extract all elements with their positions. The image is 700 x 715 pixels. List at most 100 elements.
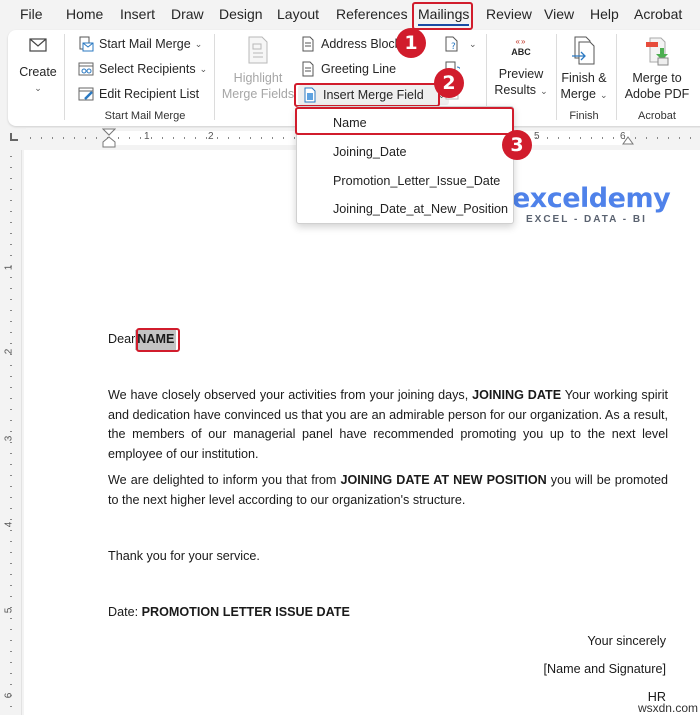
ruler-tick: [602, 137, 603, 139]
dropdown-item-joining-date[interactable]: Joining_Date: [297, 138, 513, 166]
ruler-tick: [679, 137, 680, 139]
create-label: Create: [19, 65, 57, 79]
separator: [64, 34, 65, 120]
ruler-tick: [10, 332, 12, 333]
chevron-down-icon: ⌄: [194, 38, 203, 49]
ruler-tick: [140, 137, 141, 139]
vertical-ruler[interactable]: 1 2 3 4 5 6: [0, 150, 22, 715]
ruler-tick: [10, 420, 12, 421]
watermark: wsxdn.com: [637, 701, 698, 715]
tab-references[interactable]: References: [336, 6, 408, 22]
ruler-tick: [151, 137, 152, 139]
ruler-tick: [10, 662, 12, 663]
ruler-tick: [10, 651, 12, 652]
tab-view[interactable]: View: [544, 6, 574, 22]
tab-insert[interactable]: Insert: [120, 6, 155, 22]
ruler-tick: [10, 508, 12, 509]
group-label-acrobat: Acrobat: [638, 110, 676, 122]
tab-file[interactable]: File: [20, 6, 43, 22]
finish-label-2: Merge ⌄: [560, 86, 608, 103]
select-recipients-icon: [78, 62, 94, 76]
rules-button[interactable]: ? ⌄: [444, 36, 477, 52]
preview-abc-text: ABC: [511, 47, 531, 57]
greeting-line-label: Greeting Line: [321, 62, 397, 76]
document-page[interactable]: exceldemy EXCEL - DATA - BI Dear NAME We …: [24, 150, 700, 715]
group-label-start-mail-merge: Start Mail Merge: [104, 110, 186, 122]
merge-to-pdf-icon: [646, 37, 669, 66]
ruler-tick: [10, 453, 12, 454]
greeting-line-button[interactable]: Greeting Line: [300, 61, 396, 77]
ruler-tick: [10, 497, 12, 498]
tab-home[interactable]: Home: [66, 6, 103, 22]
signature-line: [Name and Signature]: [543, 662, 666, 676]
separator: [214, 34, 215, 120]
highlight-merge-fields-icon: [248, 36, 268, 64]
tab-review[interactable]: Review: [486, 6, 532, 22]
ruler-tick: [10, 519, 12, 520]
select-recipients-button[interactable]: Select Recipients ⌄: [78, 61, 207, 77]
separator: [616, 34, 617, 120]
indent-marker-icon[interactable]: [102, 128, 116, 148]
tab-mailings[interactable]: Mailings: [418, 6, 470, 26]
ruler-tick: [10, 167, 12, 168]
ruler-number: 2: [208, 131, 214, 142]
create-button[interactable]: Create ⌄: [16, 38, 60, 96]
exceldemy-logo: exceldemy EXCEL - DATA - BI: [512, 184, 671, 226]
callout-badge-1: 1: [396, 28, 426, 58]
tab-design[interactable]: Design: [219, 6, 263, 22]
tab-selector[interactable]: [10, 133, 18, 141]
ruler-tick: [294, 137, 295, 139]
finish-merge-button[interactable]: Finish & Merge ⌄: [560, 36, 608, 103]
ruler-tick: [250, 137, 251, 139]
ruler-tick: [173, 137, 174, 139]
issue-date-field[interactable]: PROMOTION LETTER ISSUE DATE: [142, 605, 350, 619]
ruler-number: 3: [3, 435, 15, 442]
name-merge-field[interactable]: NAME: [135, 330, 177, 350]
rules-icon: ?: [445, 36, 458, 52]
ruler-tick: [591, 137, 592, 139]
ruler-tick: [635, 137, 636, 139]
envelope-icon: [29, 38, 47, 52]
highlight-merge-fields-button[interactable]: Highlight Merge Fields: [220, 36, 296, 102]
p1-text: We have closely observed your activities…: [108, 388, 473, 402]
logo-sub: EXCEL - DATA - BI: [526, 214, 647, 225]
ruler-tick: [10, 673, 12, 674]
chevron-down-icon: ⌄: [599, 90, 608, 100]
finish-label-2-text: Merge: [560, 87, 596, 101]
date-line: Date: PROMOTION LETTER ISSUE DATE: [108, 603, 350, 623]
merge-to-adobe-pdf-button[interactable]: Merge to Adobe PDF: [620, 36, 694, 102]
preview-results-button[interactable]: «» ABC Preview Results ⌄: [492, 38, 550, 99]
ruler-number: 4: [3, 521, 15, 528]
ruler-tick: [10, 376, 12, 377]
dropdown-item-name[interactable]: Name: [297, 109, 513, 137]
address-block-button[interactable]: Address Block: [300, 36, 401, 52]
dropdown-item-joining-date-new-position[interactable]: Joining_Date_at_New_Position: [297, 195, 513, 223]
tab-help[interactable]: Help: [590, 6, 619, 22]
finish-label-1: Finish &: [561, 71, 607, 85]
ruler-number: 1: [144, 131, 150, 142]
start-mail-merge-button[interactable]: Start Mail Merge ⌄: [78, 36, 202, 52]
new-position-date-field[interactable]: JOINING DATE AT NEW POSITION: [340, 473, 546, 487]
ruler-tick: [10, 409, 12, 410]
tab-layout[interactable]: Layout: [277, 6, 319, 22]
dropdown-item-promotion-letter-issue-date[interactable]: Promotion_Letter_Issue_Date: [297, 167, 513, 195]
ruler-tick: [10, 640, 12, 641]
ruler-number: 1: [3, 264, 15, 271]
callout-badge-2: 2: [434, 68, 464, 98]
edit-recipient-list-button[interactable]: Edit Recipient List: [78, 86, 199, 102]
greeting-line: Dear NAME: [108, 330, 177, 350]
insert-merge-field-button[interactable]: Insert Merge Field⌄: [298, 85, 450, 105]
tab-acrobat[interactable]: Acrobat: [634, 6, 682, 22]
tab-draw[interactable]: Draw: [171, 6, 204, 22]
ruler-tick: [10, 266, 12, 267]
ruler-tick: [657, 137, 658, 139]
ruler-tick: [118, 137, 119, 139]
ruler-number: 5: [3, 607, 15, 614]
start-mail-merge-icon: [79, 36, 94, 52]
ruler-tick: [206, 137, 207, 139]
joining-date-field[interactable]: JOINING DATE: [472, 388, 561, 402]
ruler-tick: [10, 354, 12, 355]
ruler-tick: [10, 310, 12, 311]
finish-merge-icon: [572, 36, 595, 65]
ruler-tick: [10, 343, 12, 344]
